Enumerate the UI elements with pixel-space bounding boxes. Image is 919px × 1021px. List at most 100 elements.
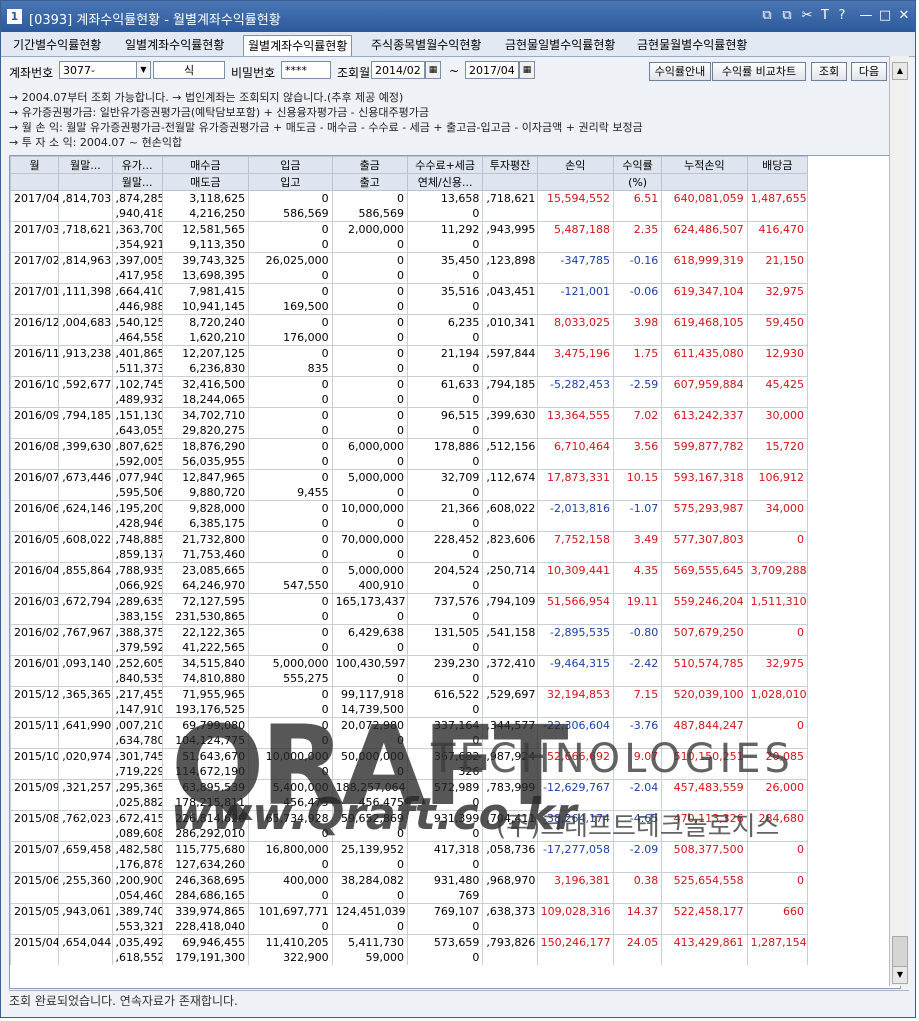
table-row-second-line[interactable]: ,428,946 6,385,175 0 0 0: [10, 516, 809, 532]
calendar-icon[interactable]: ▦: [425, 61, 441, 79]
column-subheader[interactable]: [536, 173, 614, 191]
table-row-second-line[interactable]: ,354,921 9,113,350 0 0 0: [10, 237, 809, 253]
table-row-second-line[interactable]: ,618,552 179,191,300 322,900 59,000 0: [10, 950, 809, 965]
column-header[interactable]: 유가...: [111, 156, 163, 174]
link-window-icon[interactable]: ⧉: [759, 7, 775, 25]
tab-monthly-return[interactable]: 월별계좌수익률현황: [243, 35, 353, 56]
table-row-second-line[interactable]: ,054,460 284,686,165 0 0 769: [10, 888, 809, 904]
column-subheader[interactable]: 출고: [331, 173, 408, 191]
column-header[interactable]: 월말...: [58, 156, 113, 174]
to-month-input[interactable]: 2017/04: [465, 61, 519, 79]
column-header[interactable]: 수수료+세금: [406, 156, 484, 174]
calendar-icon[interactable]: ▦: [519, 61, 535, 79]
table-row[interactable]: 2016/10,592,677,102,745 32,416,500 0 0 61,63…: [10, 376, 809, 392]
table-row-second-line[interactable]: ,025,882 178,215,811 456,475 456,475 0: [10, 795, 809, 811]
scroll-up-arrow-icon[interactable]: ▲: [892, 62, 908, 80]
table-row-second-line[interactable]: ,176,878 127,634,260 0 0 0: [10, 857, 809, 873]
table-row[interactable]: 2015/05,943,061,389,740 339,974,865 101,69…: [10, 903, 809, 919]
column-subheader[interactable]: [58, 173, 113, 191]
table-row-second-line[interactable]: ,859,137 71,753,460 0 0 0: [10, 547, 809, 563]
table-row[interactable]: 2015/08,762,023,672,415 226,814,620 65,734…: [10, 810, 809, 826]
table-row[interactable]: 2016/06,624,146,195,200 9,828,000 0 10,000,…: [10, 500, 809, 516]
table-row-second-line[interactable]: ,417,958 13,698,395 0 0 0: [10, 268, 809, 284]
password-input[interactable]: ****: [281, 61, 331, 79]
table-row-second-line[interactable]: ,643,055 29,820,275 0 0 0: [10, 423, 809, 439]
tab-stock-monthly[interactable]: 주식종목별월수익현황: [367, 35, 485, 55]
table-row[interactable]: 2017/01,111,398,664,410 7,981,415 0 0 35,516…: [10, 283, 809, 299]
table-row[interactable]: 2016/04,855,864,788,935 23,085,665 0 5,000,…: [10, 562, 809, 578]
close-button[interactable]: ✕: [896, 7, 912, 25]
return-guide-button[interactable]: 수익률안내: [649, 62, 711, 81]
table-row[interactable]: 2016/03,672,794,289,635 72,127,595 0 165,17…: [10, 593, 809, 609]
account-input[interactable]: 3077-: [59, 61, 137, 79]
column-subheader[interactable]: 연체/신용...: [406, 173, 484, 191]
column-header[interactable]: 누적손익: [661, 156, 748, 174]
column-header[interactable]: 배당금: [746, 156, 809, 174]
table-row-second-line[interactable]: ,553,321 228,418,040 0 0 0: [10, 919, 809, 935]
table-row-second-line[interactable]: ,464,558 1,620,210 176,000 0 0: [10, 330, 809, 346]
column-subheader[interactable]: [10, 173, 60, 191]
vertical-scrollbar[interactable]: ▲ ▼: [889, 56, 909, 986]
scissors-icon[interactable]: ✂: [799, 7, 815, 25]
table-row-second-line[interactable]: ,147,910 193,176,525 0 14,739,500 0: [10, 702, 809, 718]
tab-period-return[interactable]: 기간별수익률현황: [9, 35, 105, 55]
table-row[interactable]: 2015/10,020,974,301,745 51,643,670 10,000,…: [10, 748, 809, 764]
table-row-second-line[interactable]: ,066,929 64,246,970 547,550 400,910 0: [10, 578, 809, 594]
table-row-second-line[interactable]: ,840,535 74,810,880 555,275 0 0: [10, 671, 809, 687]
table-row-second-line[interactable]: ,511,373 6,236,830 835 0 0: [10, 361, 809, 377]
tab-gold-monthly[interactable]: 금현물월별수익률현황: [633, 35, 751, 55]
table-row[interactable]: 2015/06,255,360,200,900 246,368,695 400,00…: [10, 872, 809, 888]
column-header[interactable]: 투자평잔: [482, 156, 538, 174]
column-header[interactable]: 월: [10, 156, 60, 174]
column-subheader[interactable]: [661, 173, 748, 191]
table-row-second-line[interactable]: ,383,159 231,530,865 0 0 0: [10, 609, 809, 625]
table-row[interactable]: 2015/07,659,458,482,580 115,775,680 16,800…: [10, 841, 809, 857]
table-row-second-line[interactable]: ,446,988 10,941,145 169,500 0 0: [10, 299, 809, 315]
table-row[interactable]: 2017/02,814,963,397,005 39,743,325 26,025,…: [10, 252, 809, 268]
column-subheader[interactable]: (%): [612, 173, 663, 191]
from-month-input[interactable]: 2014/02: [371, 61, 425, 79]
column-subheader[interactable]: [482, 173, 538, 191]
scroll-down-arrow-icon[interactable]: ▼: [892, 966, 908, 984]
table-row[interactable]: 2016/08,399,630,807,625 18,876,290 0 6,000,…: [10, 438, 809, 454]
maximize-button[interactable]: □: [877, 7, 893, 25]
table-row[interactable]: 2015/04,654,044,035,492 69,946,455 11,410,…: [10, 934, 809, 950]
column-subheader[interactable]: 입고: [248, 173, 333, 191]
column-header[interactable]: 매수금: [161, 156, 250, 174]
column-subheader[interactable]: 매도금: [161, 173, 250, 191]
table-row[interactable]: 2016/09,794,185,151,130 34,702,710 0 0 96,51…: [10, 407, 809, 423]
column-header[interactable]: 입금: [248, 156, 333, 174]
search-button[interactable]: 조회: [811, 62, 847, 81]
column-subheader[interactable]: 월말...: [111, 173, 163, 191]
tab-gold-daily[interactable]: 금현물일별수익률현황: [501, 35, 619, 55]
column-header[interactable]: 수익률: [612, 156, 663, 174]
table-row-second-line[interactable]: ,940,418 4,216,250 586,569 586,569 0: [10, 206, 809, 222]
table-row[interactable]: 2015/09,321,257,295,365 63,895,539 5,400,0…: [10, 779, 809, 795]
table-row-second-line[interactable]: ,379,592 41,222,565 0 0 0: [10, 640, 809, 656]
return-compare-chart-button[interactable]: 수익률 비교차트: [712, 62, 806, 81]
table-row[interactable]: 2016/02,767,967,388,375 22,122,365 0 6,429,…: [10, 624, 809, 640]
table-row-second-line[interactable]: ,595,506 9,880,720 9,455 0 0: [10, 485, 809, 501]
table-row[interactable]: 2017/03,718,621,363,700 12,581,565 0 2,000,…: [10, 221, 809, 237]
copy-icon[interactable]: ⧉: [779, 7, 795, 25]
minimize-button[interactable]: —: [858, 7, 874, 25]
column-header[interactable]: 출금: [331, 156, 408, 174]
font-icon[interactable]: T: [817, 7, 833, 25]
table-row[interactable]: 2016/01,093,140,252,605 34,515,840 5,000,0…: [10, 655, 809, 671]
column-subheader[interactable]: [746, 173, 809, 191]
table-row[interactable]: 2016/05,608,022,748,885 21,732,800 0 70,000…: [10, 531, 809, 547]
table-row[interactable]: 2016/07,673,446,077,940 12,847,965 0 5,000,…: [10, 469, 809, 485]
help-icon[interactable]: ?: [834, 7, 850, 25]
next-button[interactable]: 다음: [851, 62, 887, 81]
table-row-second-line[interactable]: ,489,932 18,244,065 0 0 0: [10, 392, 809, 408]
table-row[interactable]: 2015/12,365,365,217,455 71,955,965 0 99,117…: [10, 686, 809, 702]
tab-daily-return[interactable]: 일별계좌수익률현황: [121, 35, 228, 55]
column-header[interactable]: 손익: [536, 156, 614, 174]
table-row[interactable]: 2015/11,641,990,007,210 69,799,080 0 20,072…: [10, 717, 809, 733]
table-row[interactable]: 2016/12,004,683,540,125 8,720,240 0 0 6,235,…: [10, 314, 809, 330]
table-row-second-line[interactable]: ,592,005 56,035,955 0 0 0: [10, 454, 809, 470]
table-row[interactable]: 2016/11,913,238,401,865 12,207,125 0 0 21,19…: [10, 345, 809, 361]
table-row[interactable]: 2017/04,814,703,874,285 3,118,625 0 0 13,658…: [10, 190, 809, 206]
account-dropdown[interactable]: ▼: [136, 61, 151, 79]
table-row-second-line[interactable]: ,634,780 104,124,775 0 0 0: [10, 733, 809, 749]
